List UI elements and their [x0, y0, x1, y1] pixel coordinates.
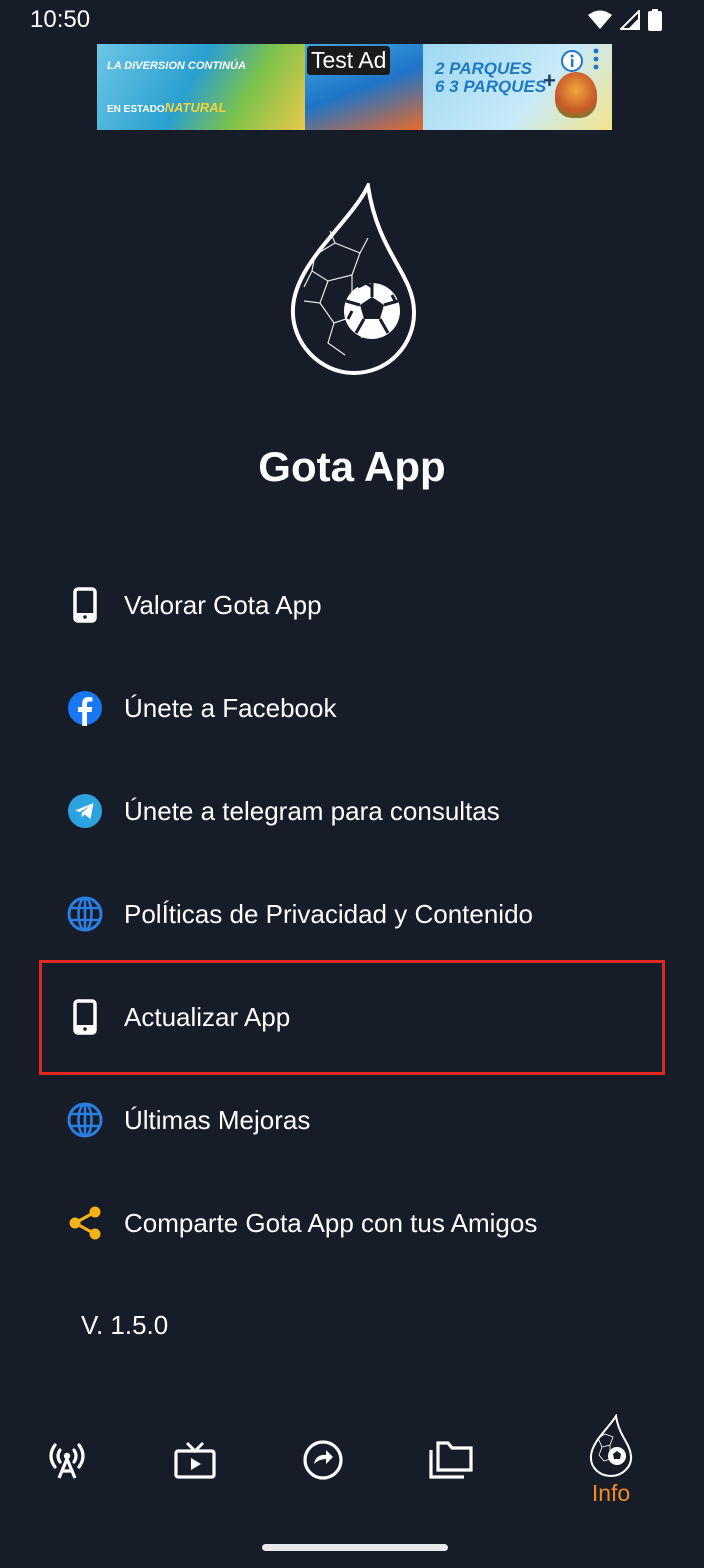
wifi-icon — [588, 10, 612, 29]
nav-item-info[interactable]: Info — [575, 1405, 647, 1515]
bottom-nav: Info — [0, 1405, 704, 1520]
ad-promo-text: 2 PARQUES 6 3 PARQUES — [435, 59, 547, 96]
version-text: V. 1.5.0 — [81, 1310, 169, 1340]
menu-item-label: Valorar Gota App — [124, 589, 322, 620]
menu-item-label: Últimas Mejoras — [124, 1104, 311, 1135]
ad-info-icon[interactable] — [561, 50, 583, 72]
battery-icon — [648, 9, 662, 31]
nav-item-replay[interactable] — [296, 1405, 350, 1515]
nav-item-folders[interactable] — [424, 1405, 478, 1515]
status-icons — [588, 9, 662, 31]
globe-icon — [66, 895, 104, 933]
nav-item-label: Info — [591, 1479, 631, 1506]
ad-more-icon[interactable] — [592, 48, 600, 70]
facebook-icon — [66, 689, 104, 727]
ad-plus-sign: + — [543, 68, 556, 93]
menu-item-facebook[interactable]: Únete a Facebook — [40, 666, 665, 750]
menu-item-latest-improvements[interactable]: Últimas Mejoras — [40, 1078, 665, 1162]
app-title: Gota App — [258, 443, 446, 490]
ad-label: Test Ad — [307, 46, 391, 75]
status-bar: 10:50 — [0, 0, 704, 40]
ad-burger-image — [555, 72, 597, 118]
menu-item-label: Únete a Facebook — [124, 692, 337, 723]
share-icon — [66, 1204, 104, 1242]
broadcast-icon — [49, 1443, 85, 1479]
ad-image-right: 2 PARQUES 6 3 PARQUES + — [423, 44, 612, 130]
replay-icon — [303, 1440, 343, 1480]
signal-icon — [620, 10, 640, 30]
ad-tagline-1: LA DIVERSION CONTINÚA — [107, 60, 246, 72]
status-time: 10:50 — [30, 6, 91, 33]
menu-item-label: Comparte Gota App con tus Amigos — [124, 1207, 538, 1238]
menu-item-label: PolÍticas de Privacidad y Contenido — [124, 898, 534, 929]
menu-item-privacy[interactable]: PolÍticas de Privacidad y Contenido — [40, 872, 665, 956]
ad-tagline-2: EN ESTADONATURAL — [107, 100, 227, 115]
telegram-icon — [66, 792, 104, 830]
phone-icon — [66, 586, 104, 624]
menu-item-telegram[interactable]: Únete a telegram para consultas — [40, 769, 665, 853]
highlight-box — [39, 960, 665, 1075]
home-indicator[interactable] — [262, 1544, 448, 1551]
nav-item-tv[interactable] — [168, 1405, 222, 1515]
menu-item-label: Únete a telegram para consultas — [124, 795, 500, 826]
gota-logo-icon — [589, 1413, 633, 1477]
globe-icon — [66, 1101, 104, 1139]
menu-item-rate-app[interactable]: Valorar Gota App — [40, 563, 665, 647]
folders-icon — [429, 1441, 473, 1479]
menu-item-share[interactable]: Comparte Gota App con tus Amigos — [40, 1181, 665, 1265]
nav-item-live[interactable] — [40, 1405, 94, 1515]
gota-logo-icon — [290, 183, 417, 376]
tv-icon — [174, 1441, 216, 1479]
ad-image-left: LA DIVERSION CONTINÚA EN ESTADONATURAL — [97, 44, 305, 130]
